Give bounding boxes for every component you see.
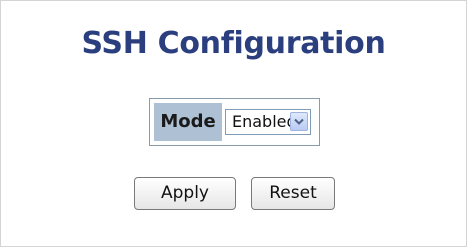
chevron-down-icon: [294, 118, 304, 125]
page-frame: SSH Configuration Mode Enabled Apply Res…: [0, 0, 467, 247]
mode-cell: Enabled: [225, 103, 315, 141]
mode-select-value: Enabled: [232, 112, 297, 131]
ssh-config-table: Mode Enabled: [149, 98, 320, 146]
reset-button[interactable]: Reset: [251, 177, 335, 210]
dropdown-arrow-button[interactable]: [290, 112, 308, 131]
mode-label: Mode: [154, 103, 222, 141]
apply-button[interactable]: Apply: [134, 177, 236, 210]
mode-select[interactable]: Enabled: [225, 109, 311, 135]
page-title: SSH Configuration: [81, 26, 386, 61]
